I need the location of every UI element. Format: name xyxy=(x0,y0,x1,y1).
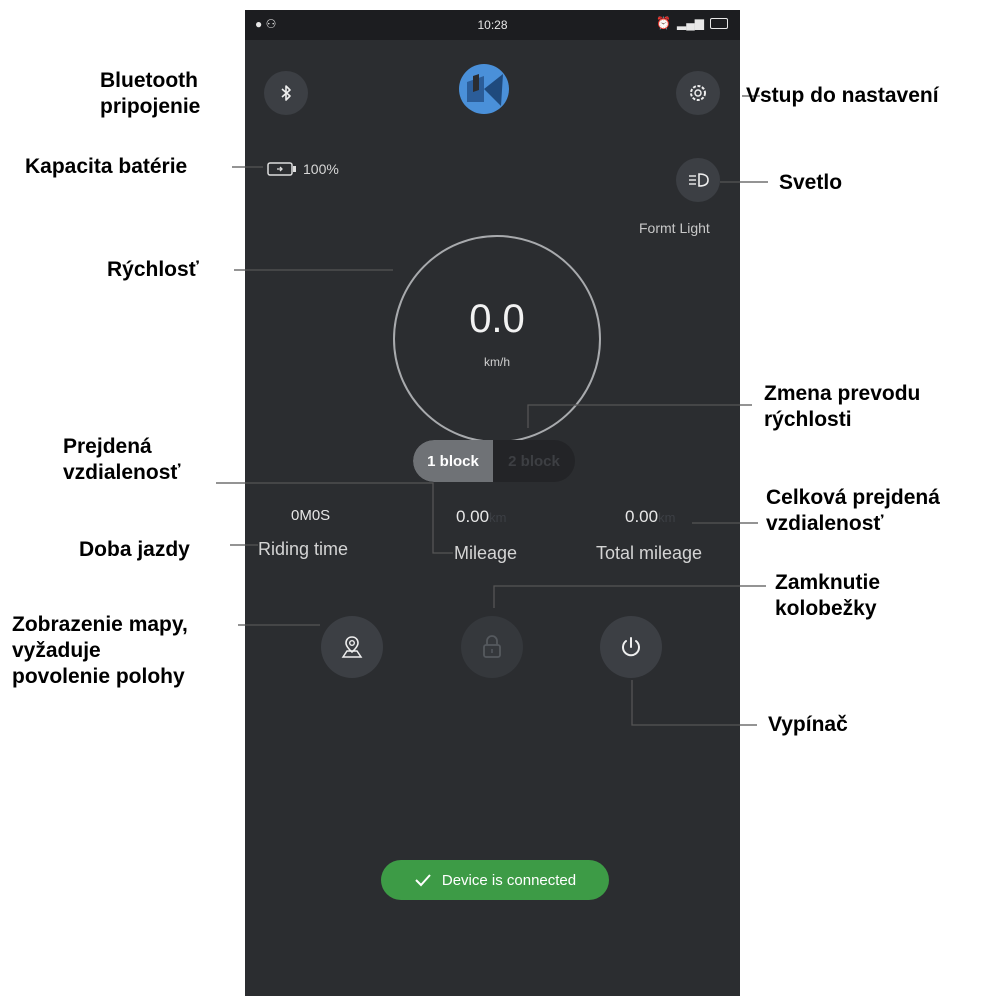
annotation-settings: Vstup do nastavení xyxy=(746,84,939,107)
annotation-distance: Prejdená vzdialenosť xyxy=(63,435,181,484)
annotation-lock: Zamknutie kolobežky xyxy=(775,571,881,620)
annotation-riding-time: Doba jazdy xyxy=(79,538,190,561)
annotation-light: Svetlo xyxy=(779,171,843,194)
annotation-map: Zobrazenie mapy, vyžaduje povolenie polo… xyxy=(12,613,188,688)
annotation-bluetooth: Bluetooth pripojenie xyxy=(100,69,201,118)
annotation-battery: Kapacita batérie xyxy=(25,155,188,178)
annotation-power: Vypínač xyxy=(768,713,848,736)
annotation-speed: Rýchlosť xyxy=(107,258,199,281)
annotation-total-distance: Celková prejdená vzdialenosť xyxy=(766,486,940,535)
annotation-gear: Zmena prevodu rýchlosti xyxy=(764,382,921,431)
